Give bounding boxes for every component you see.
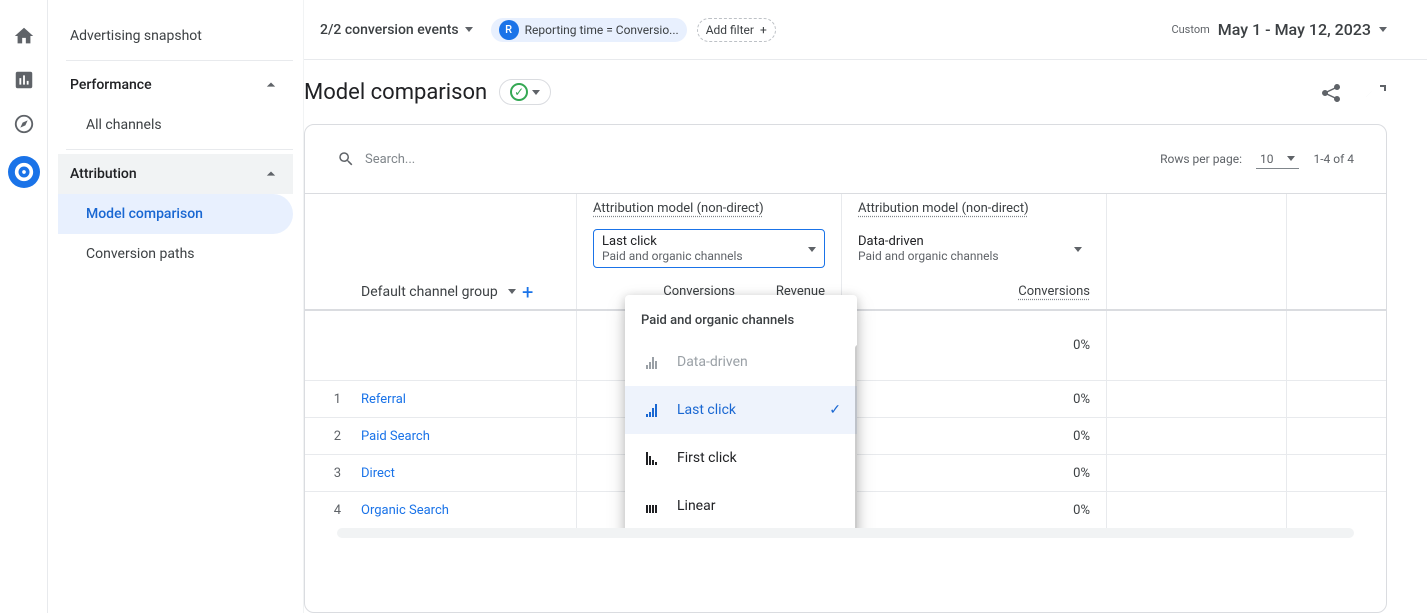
chevron-down-icon xyxy=(508,289,516,294)
row-conversions-2: 0% xyxy=(858,392,1090,407)
popover-section: Paid and organic channels xyxy=(625,303,857,338)
bars-icon xyxy=(646,451,657,465)
model-2-name: Data-driven xyxy=(858,234,1066,249)
attr-header-1: Attribution model (non-direct) xyxy=(593,201,764,216)
search-input[interactable] xyxy=(365,152,565,167)
add-dimension-button[interactable]: + xyxy=(516,280,540,304)
row-index: 3 xyxy=(305,466,361,481)
row-conversions-2: 0% xyxy=(858,466,1090,481)
subbar: Model comparison ✓ xyxy=(304,60,1427,124)
row-conversions-2: 0% xyxy=(858,429,1090,444)
check-icon: ✓ xyxy=(510,83,528,101)
sidebar-model-comparison[interactable]: Model comparison xyxy=(58,194,293,234)
topbar: 2/2 conversion events R Reporting time =… xyxy=(304,0,1427,60)
row-channel[interactable]: Organic Search xyxy=(361,503,576,518)
sidebar-performance[interactable]: Performance xyxy=(58,65,293,105)
chevron-down-icon xyxy=(1287,156,1295,161)
row-index: 4 xyxy=(305,503,361,518)
bars-icon xyxy=(646,499,657,513)
reporting-badge: R xyxy=(499,20,519,40)
search-icon xyxy=(337,150,355,168)
popover-item-label: Last click xyxy=(677,402,736,418)
explore-icon[interactable] xyxy=(12,112,36,136)
sidebar-all-channels[interactable]: All channels xyxy=(58,105,293,145)
page-title: Model comparison xyxy=(304,80,487,105)
horizontal-scrollbar[interactable] xyxy=(337,528,1354,538)
row-channel[interactable]: Referral xyxy=(361,392,576,407)
sidebar-attribution[interactable]: Attribution xyxy=(58,154,293,194)
reporting-text: Reporting time = Conversio... xyxy=(525,23,679,37)
metric-conversions-2[interactable]: Conversions xyxy=(858,284,1090,299)
scrollbar[interactable] xyxy=(855,345,857,528)
chevron-up-icon xyxy=(261,75,281,95)
report-table: Attribution model (non-direct) Attributi… xyxy=(305,193,1386,528)
row-conversions-2: 0% xyxy=(858,503,1090,518)
pager-text: 1-4 of 4 xyxy=(1313,152,1354,166)
bars-icon xyxy=(646,403,657,417)
model-select-2[interactable]: Data-driven Paid and organic channels xyxy=(858,230,1090,267)
date-range-picker[interactable]: Custom May 1 - May 12, 2023 xyxy=(1171,20,1387,39)
sidebar-conversion-paths[interactable]: Conversion paths xyxy=(58,234,293,274)
share-icon[interactable] xyxy=(1319,80,1343,104)
add-filter-label: Add filter xyxy=(706,23,754,37)
add-filter-button[interactable]: Add filter + xyxy=(697,18,776,42)
popover-item-label: First click xyxy=(677,450,737,466)
popover-item[interactable]: First click xyxy=(625,434,857,482)
home-icon[interactable] xyxy=(12,24,36,48)
pager: Rows per page: 10 1-4 of 4 xyxy=(1160,150,1354,169)
chevron-down-icon xyxy=(532,90,540,95)
plus-icon: + xyxy=(760,23,767,37)
chevron-down-icon xyxy=(1074,247,1082,252)
search-wrap xyxy=(337,150,597,168)
popover-item[interactable]: Linear xyxy=(625,482,857,528)
sidebar-snapshot[interactable]: Advertising snapshot xyxy=(58,16,293,56)
report-card: Rows per page: 10 1-4 of 4 Attribution m… xyxy=(304,124,1387,613)
row-index: 2 xyxy=(305,429,361,444)
dimension-label: Default channel group xyxy=(361,284,498,300)
conversion-events-label: 2/2 conversion events xyxy=(320,22,459,38)
date-label: Custom xyxy=(1171,23,1209,36)
chevron-down-icon xyxy=(808,247,816,252)
chevron-down-icon xyxy=(465,27,473,32)
row-channel[interactable]: Paid Search xyxy=(361,429,576,444)
popover-item[interactable]: Last click ✓ xyxy=(625,386,857,434)
reports-icon[interactable] xyxy=(12,68,36,92)
dimension-select[interactable]: Default channel group xyxy=(305,284,516,300)
conversion-events-dropdown[interactable]: 2/2 conversion events xyxy=(312,18,481,42)
model-1-name: Last click xyxy=(602,234,800,249)
model-1-sub: Paid and organic channels xyxy=(602,249,800,263)
model-select-1[interactable]: Last click Paid and organic channels xyxy=(593,229,825,268)
popover-item: Data-driven xyxy=(625,338,857,386)
model-2-sub: Paid and organic channels xyxy=(858,249,1066,263)
popover-item-label: Data-driven xyxy=(677,354,748,370)
rows-per-page-label: Rows per page: xyxy=(1160,152,1242,166)
total-conversions-2: 0% xyxy=(858,338,1090,353)
chevron-up-icon xyxy=(261,164,281,184)
popover-item-label: Linear xyxy=(677,498,715,514)
attr-header-2: Attribution model (non-direct) xyxy=(858,201,1029,216)
bars-icon xyxy=(646,355,657,369)
advertising-icon[interactable] xyxy=(8,156,40,188)
row-channel[interactable]: Direct xyxy=(361,466,576,481)
reporting-time-chip[interactable]: R Reporting time = Conversio... xyxy=(491,18,687,42)
main: 2/2 conversion events R Reporting time =… xyxy=(304,0,1427,613)
model-dropdown-popover: Paid and organic channels Data-driven Las… xyxy=(625,295,857,528)
nav-rail xyxy=(0,0,48,613)
rows-per-page-select[interactable]: 10 xyxy=(1256,150,1300,169)
status-pill[interactable]: ✓ xyxy=(499,79,551,105)
chevron-down-icon xyxy=(1379,27,1387,32)
rows-per-page-value: 10 xyxy=(1260,152,1274,166)
sidebar-performance-label: Performance xyxy=(70,77,152,93)
sidebar: Advertising snapshot Performance All cha… xyxy=(48,0,304,613)
row-index: 1 xyxy=(305,392,361,407)
date-range: May 1 - May 12, 2023 xyxy=(1218,20,1371,39)
check-icon: ✓ xyxy=(829,402,841,418)
sidebar-attribution-label: Attribution xyxy=(70,166,137,182)
insights-icon[interactable] xyxy=(1363,80,1387,104)
